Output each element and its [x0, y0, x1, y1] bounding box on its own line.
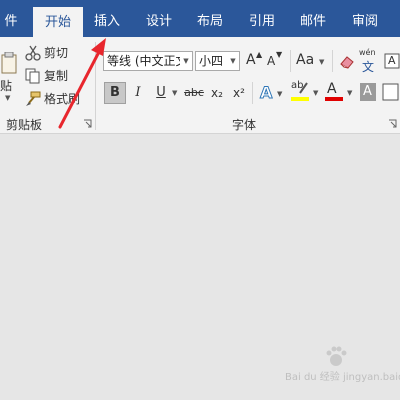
watermark-text: Bai du 经验 jingyan.baidu.com	[285, 372, 400, 383]
red-arrow-annotation	[58, 38, 106, 129]
watermark: Bai du 经验 jingyan.baidu.com	[285, 346, 400, 386]
paw-logo-icon	[326, 346, 347, 366]
